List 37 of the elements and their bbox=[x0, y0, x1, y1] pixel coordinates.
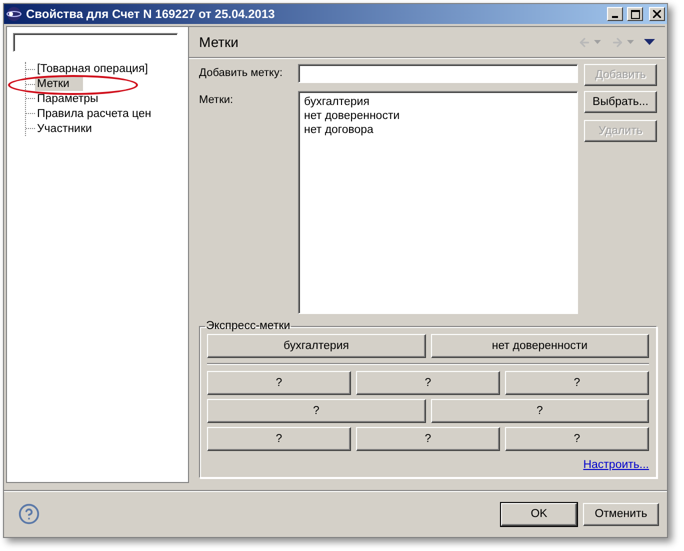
minimize-button[interactable] bbox=[607, 7, 623, 21]
group-title: Экспресс-метки bbox=[205, 320, 292, 332]
close-button[interactable] bbox=[649, 7, 665, 21]
maximize-icon bbox=[630, 10, 640, 18]
empty-slot-button[interactable]: ? bbox=[505, 427, 649, 451]
maximize-button[interactable] bbox=[627, 7, 643, 21]
list-item[interactable]: нет доверенности bbox=[304, 109, 400, 123]
tag-input[interactable] bbox=[298, 64, 578, 83]
tree-item[interactable]: Участники bbox=[35, 122, 94, 136]
window-title: Свойства для Счет N 169227 от 25.04.2013 bbox=[26, 7, 276, 21]
empty-slot-button[interactable]: ? bbox=[505, 371, 649, 395]
dialog-button[interactable]: OK bbox=[501, 502, 577, 526]
app-icon bbox=[6, 6, 22, 22]
empty-slot-button[interactable]: ? bbox=[207, 427, 351, 451]
empty-slot-button[interactable]: ? bbox=[207, 399, 426, 423]
empty-slot-button[interactable]: ? bbox=[430, 399, 649, 423]
view-menu-icon[interactable] bbox=[644, 39, 655, 45]
field-label: Метки: bbox=[199, 93, 234, 108]
empty-slot-button[interactable]: ? bbox=[356, 371, 500, 395]
configure-link[interactable]: Настроить... bbox=[583, 459, 649, 471]
express-tag-button[interactable]: нет доверенности bbox=[430, 334, 649, 358]
list-item[interactable]: нет договора bbox=[304, 123, 374, 137]
tag-action-button[interactable]: Выбрать... bbox=[584, 91, 657, 113]
tree-item[interactable]: Параметры bbox=[35, 92, 100, 106]
empty-slot-button[interactable]: ? bbox=[356, 427, 500, 451]
field-label: Добавить метку: bbox=[199, 66, 284, 81]
dialog-button[interactable]: Отменить bbox=[583, 502, 659, 526]
help-icon[interactable] bbox=[18, 503, 40, 525]
empty-slot-button[interactable]: ? bbox=[207, 371, 351, 395]
tree-item[interactable]: [Товарная операция] bbox=[35, 62, 150, 76]
tree-item[interactable]: Метки bbox=[35, 77, 84, 92]
tree-item[interactable]: Правила расчета цен bbox=[35, 106, 154, 121]
close-icon bbox=[653, 10, 661, 18]
express-tag-button[interactable]: бухгалтерия bbox=[207, 334, 426, 358]
page-title: Метки bbox=[199, 34, 240, 50]
tags-list[interactable]: бухгалтерия нет доверенности нет договора bbox=[298, 91, 578, 314]
list-item[interactable]: бухгалтерия bbox=[304, 95, 370, 109]
